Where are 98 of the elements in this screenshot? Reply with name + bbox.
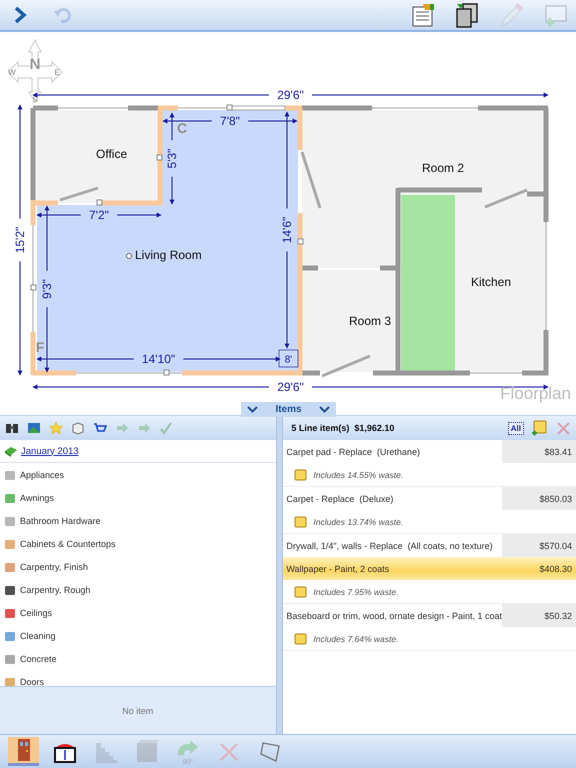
- category-icon: [4, 652, 16, 665]
- tab-label: Items: [275, 404, 302, 415]
- corner-mark: F: [36, 338, 44, 355]
- category-item[interactable]: Cabinets & Countertops: [0, 532, 276, 556]
- compass-letter: W: [8, 68, 16, 77]
- item-description: Drywall, 1/4", walls - Replace (All coats, no texture): [285, 540, 494, 553]
- compass-drawing: [7, 38, 63, 103]
- star-icon: [48, 421, 62, 436]
- line-item-row[interactable]: Carpet pad - Replace (Urethane) $83.41: [283, 440, 576, 464]
- dimension-label: 9'3": [40, 278, 54, 299]
- room-label: Kitchen: [471, 274, 512, 289]
- dimension-label: 29'6": [277, 380, 304, 394]
- arrow-icon: [136, 421, 150, 436]
- estimate-link[interactable]: January 2013: [21, 446, 79, 457]
- item-description: Carpet pad - Replace (Urethane): [285, 446, 421, 459]
- picture-icon: [26, 421, 40, 436]
- room-floor[interactable]: [37, 110, 298, 372]
- waste-note: Includes 14.55% waste.: [313, 470, 404, 480]
- check-icon: [158, 421, 172, 436]
- line-item-row[interactable]: Drywall, 1/4", walls - Replace (All coats, no texture) $570.04: [283, 534, 576, 558]
- chevron-icon: [13, 6, 27, 24]
- category-item[interactable]: Appliances: [0, 463, 276, 486]
- star-button[interactable]: [48, 420, 63, 436]
- waste-note: Includes 13.74% waste.: [313, 516, 404, 527]
- compass-letter: N: [30, 56, 40, 73]
- room-anchor-icon[interactable]: [126, 252, 132, 259]
- category-item[interactable]: Awnings: [0, 486, 276, 510]
- note-icon: [294, 632, 308, 645]
- arrow-icon: [114, 421, 128, 436]
- dimension-label: 7'8": [220, 114, 240, 128]
- category-item[interactable]: Carpentry, Rough: [0, 578, 276, 602]
- category-icon: [4, 468, 16, 481]
- dimension-label: 14'10": [142, 352, 176, 366]
- waste-note: Includes 7.95% waste.: [313, 586, 398, 597]
- note-add-icon: [531, 420, 547, 436]
- view-label: Floorplan: [500, 384, 571, 403]
- room-floor[interactable]: [302, 270, 398, 372]
- room-label: Room 3: [349, 314, 392, 328]
- item-price: $570.04: [502, 534, 576, 558]
- item-price: $83.41: [502, 440, 576, 464]
- note-icon: [294, 516, 308, 528]
- room-label: Living Room: [135, 248, 202, 262]
- category-icon: [4, 538, 16, 550]
- category-icon: [4, 630, 16, 642]
- chevron-down-icon: [247, 406, 258, 413]
- compass-letter: S: [32, 94, 38, 104]
- splitter-handle[interactable]: [276, 416, 284, 734]
- category-item[interactable]: Concrete: [0, 647, 276, 670]
- cube-button[interactable]: [70, 420, 85, 436]
- close-icon: [556, 422, 570, 435]
- room-floor[interactable]: [35, 110, 160, 203]
- category-icon: [4, 606, 16, 619]
- empty-message: No item: [122, 706, 154, 716]
- report-icon: [410, 2, 436, 28]
- dimension-label: 29'6": [277, 88, 304, 102]
- book-icon: [4, 445, 18, 458]
- line-item-row[interactable]: Wallpaper - Paint, 2 coats $408.30: [283, 557, 576, 580]
- note-icon: [294, 586, 308, 598]
- cube-icon: [70, 421, 84, 436]
- item-price: $50.32: [502, 604, 576, 628]
- line-item-row[interactable]: Baseboard or trim, wood, ornate design - Paint, 1 coat $50.32: [283, 604, 576, 628]
- category-item[interactable]: Bathroom Hardware: [0, 509, 276, 532]
- room-label: Office: [96, 146, 128, 161]
- item-description: Baseboard or trim, wood, ornate design - Paint, 1 coat: [285, 610, 502, 623]
- category-icon: [4, 584, 16, 596]
- item-description: Wallpaper - Paint, 2 coats: [285, 562, 390, 576]
- category-item[interactable]: Ceilings: [0, 601, 276, 624]
- chevron-down-icon: [319, 406, 330, 413]
- picture-button[interactable]: [26, 420, 41, 436]
- dimension-label: 14'6": [280, 216, 294, 244]
- category-icon: [4, 492, 16, 504]
- corner-mark: C: [176, 120, 188, 136]
- select-all-button[interactable]: All: [508, 422, 524, 435]
- category-item[interactable]: Doors: [0, 670, 276, 686]
- line-item-row[interactable]: Carpet - Replace (Deluxe) $850.03: [283, 487, 576, 510]
- item-description: Carpet - Replace (Deluxe): [285, 492, 394, 506]
- category-item[interactable]: Cleaning: [0, 624, 276, 648]
- room-label: Room 2: [422, 160, 464, 175]
- category-icon: [4, 514, 16, 527]
- category-item[interactable]: Carpentry, Finish: [0, 555, 276, 578]
- copy-icon: [454, 2, 480, 28]
- add-note-button[interactable]: [530, 419, 548, 438]
- undo-icon: [53, 6, 71, 23]
- category-icon: [4, 676, 16, 686]
- item-price: $408.30: [538, 562, 573, 576]
- search-icon: [4, 421, 18, 436]
- dimension-label: 8': [284, 354, 292, 366]
- category-icon: [4, 560, 16, 573]
- item-price: $850.03: [502, 487, 576, 510]
- note-icon: [294, 468, 308, 481]
- door-tool[interactable]: [8, 737, 39, 766]
- dimension-label: 7'2": [89, 208, 109, 222]
- items-tab[interactable]: Items: [241, 402, 336, 417]
- waste-note: Includes 7.64% waste.: [313, 634, 398, 644]
- dimension-label: 15'2": [13, 226, 27, 254]
- compass-letter: E: [54, 68, 60, 77]
- line-items-summary: 5 Line item(s) $1,962.10: [291, 423, 394, 434]
- dimension-label: 5'3": [165, 148, 179, 168]
